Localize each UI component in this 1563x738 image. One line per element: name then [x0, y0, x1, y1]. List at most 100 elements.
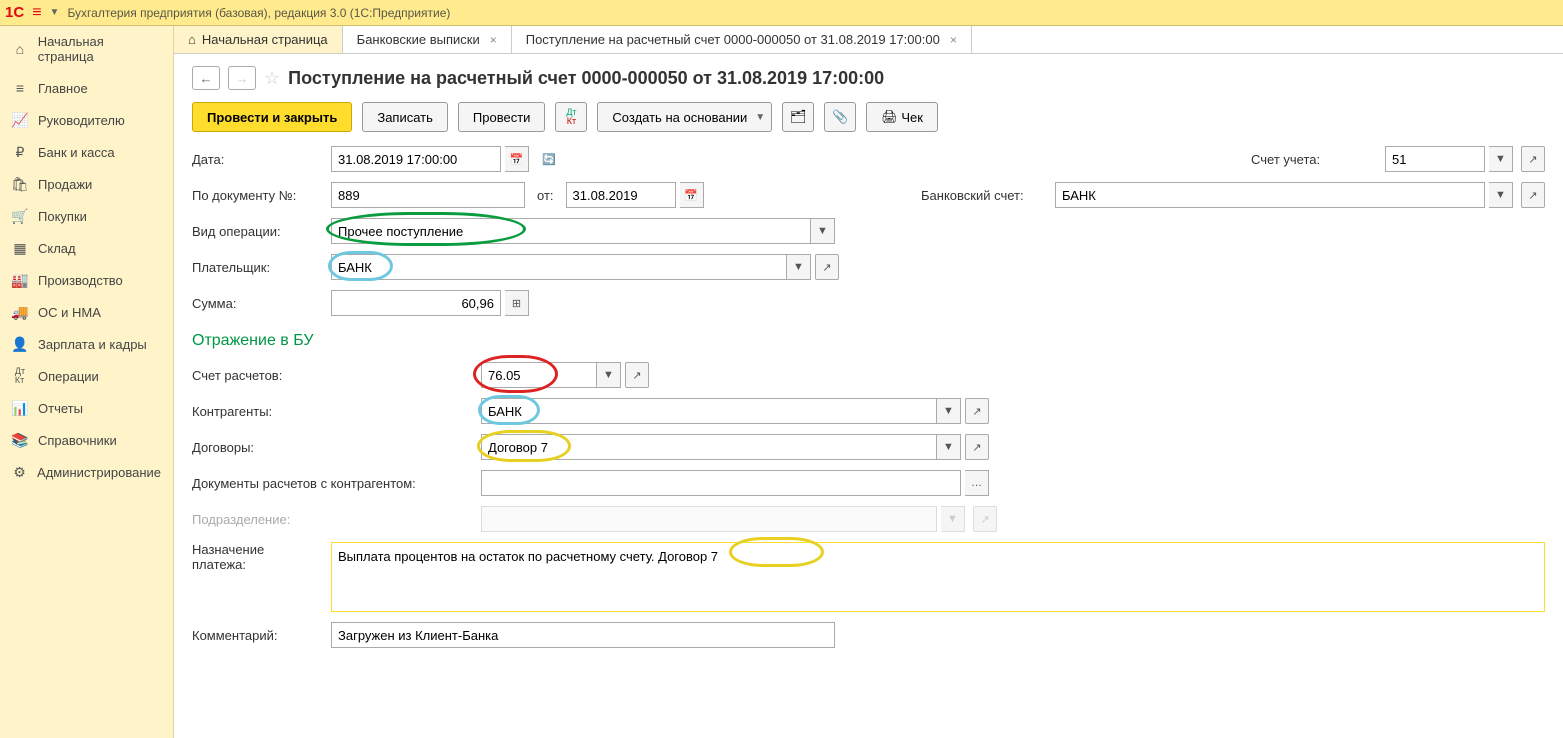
- settle-acc-label: Счет расчетов:: [192, 368, 477, 383]
- settle-docs-input[interactable]: [481, 470, 961, 496]
- ruble-icon: ₽: [12, 144, 28, 160]
- sidebar-item-warehouse[interactable]: ▦Склад: [0, 232, 173, 264]
- date-input[interactable]: [331, 146, 501, 172]
- dropdown-button[interactable]: ▼: [1489, 182, 1513, 208]
- sidebar-item-production[interactable]: 🏭Производство: [0, 264, 173, 296]
- chart-up-icon: 📈: [12, 112, 28, 128]
- tab-home[interactable]: ⌂Начальная страница: [174, 26, 343, 53]
- settle-docs-label: Документы расчетов с контрагентом:: [192, 476, 477, 491]
- sidebar-item-assets[interactable]: 🚚ОС и НМА: [0, 296, 173, 328]
- sidebar-item-sales[interactable]: 🛍 Продажи: [0, 168, 173, 200]
- more-button[interactable]: …: [965, 470, 989, 496]
- sum-input[interactable]: [331, 290, 501, 316]
- sidebar-item-hr[interactable]: 👤Зарплата и кадры: [0, 328, 173, 360]
- dtkt-button[interactable]: ДтКт: [555, 102, 587, 132]
- op-type-input[interactable]: [331, 218, 811, 244]
- department-input: [481, 506, 937, 532]
- sidebar-item-label: Справочники: [38, 433, 117, 448]
- sidebar-item-label: Зарплата и кадры: [38, 337, 147, 352]
- sidebar-item-manager[interactable]: 📈Руководителю: [0, 104, 173, 136]
- comment-input[interactable]: [331, 622, 835, 648]
- sidebar-item-bank[interactable]: ₽ Банк и касса: [0, 136, 173, 168]
- dropdown-button[interactable]: ▼: [937, 398, 961, 424]
- counterparties-input[interactable]: [481, 398, 937, 424]
- open-button[interactable]: ↗: [1521, 182, 1545, 208]
- post-and-close-button[interactable]: Провести и закрыть: [192, 102, 352, 132]
- settle-acc-input[interactable]: [481, 362, 597, 388]
- home-icon: ⌂: [188, 32, 196, 47]
- factory-icon: 🏭: [12, 272, 28, 288]
- open-button[interactable]: ↗: [965, 434, 989, 460]
- calendar-icon: 📅: [510, 153, 524, 166]
- dropdown-button[interactable]: ▼: [597, 362, 621, 388]
- favorite-icon[interactable]: ☆: [264, 68, 280, 89]
- cart-icon: 🛒: [12, 208, 28, 224]
- sidebar-item-label: Продажи: [38, 177, 92, 192]
- sidebar-item-label: Покупки: [38, 209, 87, 224]
- tabs: ⌂Начальная страница Банковские выписки× …: [174, 26, 1563, 54]
- calendar-button[interactable]: 📅: [680, 182, 704, 208]
- back-button[interactable]: ←: [192, 66, 220, 90]
- calendar-button[interactable]: 📅: [505, 146, 529, 172]
- dtkt-icon: ДтКт: [12, 368, 28, 384]
- sidebar-item-admin[interactable]: ⚙Администрирование: [0, 456, 173, 488]
- post-button[interactable]: Провести: [458, 102, 546, 132]
- refresh-icon[interactable]: 🔄: [537, 146, 561, 172]
- open-button[interactable]: ↗: [815, 254, 839, 280]
- close-icon[interactable]: ×: [950, 33, 957, 47]
- doc-no-input[interactable]: [331, 182, 525, 208]
- doc-date-input[interactable]: [566, 182, 676, 208]
- purpose-label: Назначение платежа:: [192, 542, 327, 572]
- sidebar-item-reports[interactable]: 📊Отчеты: [0, 392, 173, 424]
- save-button[interactable]: Записать: [362, 102, 448, 132]
- cheque-button[interactable]: 🖨 Чек: [866, 102, 938, 132]
- counterparties-label: Контрагенты:: [192, 404, 477, 419]
- home-icon: ⌂: [12, 41, 28, 57]
- tab-bank-statements[interactable]: Банковские выписки ×: [343, 26, 512, 53]
- tab-label: Банковские выписки: [357, 32, 480, 47]
- purpose-textarea[interactable]: [331, 542, 1545, 612]
- bag-icon: 🛍: [12, 176, 28, 192]
- calculator-icon: ⊞: [512, 297, 521, 310]
- menu-icon[interactable]: ≡: [32, 4, 41, 22]
- section-header: Отражение в БУ: [192, 332, 1545, 350]
- dropdown-button[interactable]: ▼: [811, 218, 835, 244]
- logo-1c-icon: 1C: [5, 4, 24, 21]
- date-label: Дата:: [192, 152, 327, 167]
- open-button[interactable]: ↗: [1521, 146, 1545, 172]
- structure-button[interactable]: 🗂: [782, 102, 814, 132]
- dropdown-button: ▼: [941, 506, 965, 532]
- book-icon: 📚: [12, 432, 28, 448]
- open-button[interactable]: ↗: [965, 398, 989, 424]
- create-based-button[interactable]: Создать на основании▼: [597, 102, 772, 132]
- dropdown-icon[interactable]: ▼: [50, 7, 60, 18]
- sidebar-item-refs[interactable]: 📚 Справочники: [0, 424, 173, 456]
- dropdown-button[interactable]: ▼: [787, 254, 811, 280]
- calculator-button[interactable]: ⊞: [505, 290, 529, 316]
- sidebar-item-purchases[interactable]: 🛒 Покупки: [0, 200, 173, 232]
- bars-icon: 📊: [12, 400, 28, 416]
- tab-label: Поступление на расчетный счет 0000-00005…: [526, 32, 940, 47]
- forward-button[interactable]: →: [228, 66, 256, 90]
- payer-input[interactable]: [331, 254, 787, 280]
- sidebar-item-label: Склад: [38, 241, 76, 256]
- dropdown-button[interactable]: ▼: [1489, 146, 1513, 172]
- account-input[interactable]: [1385, 146, 1485, 172]
- sidebar-item-operations[interactable]: ДтКтОперации: [0, 360, 173, 392]
- contracts-input[interactable]: [481, 434, 937, 460]
- sidebar-item-main[interactable]: ≡Главное: [0, 72, 173, 104]
- open-button[interactable]: ↗: [625, 362, 649, 388]
- bank-account-label: Банковский счет:: [921, 188, 1051, 203]
- sidebar-item-label: Банк и касса: [38, 145, 115, 160]
- attach-button[interactable]: 📎: [824, 102, 856, 132]
- paperclip-icon: 📎: [832, 109, 848, 125]
- sidebar-item-home[interactable]: ⌂Начальная страница: [0, 26, 173, 72]
- bank-account-input[interactable]: [1055, 182, 1485, 208]
- tab-document[interactable]: Поступление на расчетный счет 0000-00005…: [512, 26, 972, 53]
- sidebar-item-label: Администрирование: [37, 465, 161, 480]
- dropdown-button[interactable]: ▼: [937, 434, 961, 460]
- close-icon[interactable]: ×: [490, 33, 497, 47]
- contracts-label: Договоры:: [192, 440, 477, 455]
- op-type-label: Вид операции:: [192, 224, 327, 239]
- from-label: от:: [537, 188, 554, 203]
